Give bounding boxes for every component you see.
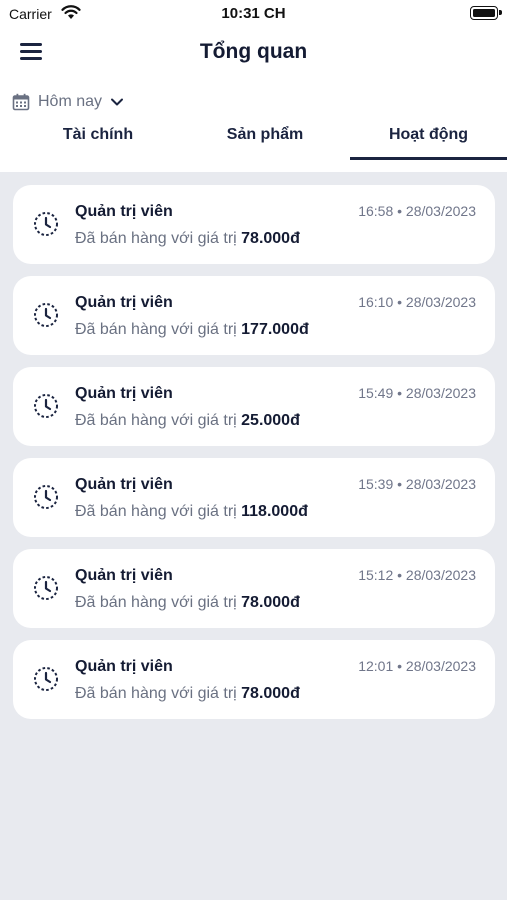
activity-description-text: Đã bán hàng với giá trị (75, 321, 242, 338)
activity-description-text: Đã bán hàng với giá trị (75, 594, 242, 611)
activity-card[interactable]: Quản trị viên 16:58 • 28/03/2023 Đã bán hà… (13, 185, 495, 264)
activity-description: Đã bán hàng với giá trị 118.000đ (75, 503, 308, 521)
activity-card[interactable]: Quản trị viên 15:49 • 28/03/2023 Đã bán hà… (13, 367, 495, 446)
active-tab-indicator (350, 157, 507, 160)
date-filter-label: Hôm nay (38, 93, 103, 110)
status-bar: Carrier 10:31 CH (0, 0, 507, 28)
activity-description: Đã bán hàng với giá trị 78.000đ (75, 594, 300, 612)
clock-icon (33, 484, 59, 510)
page-title: Tổng quan (199, 40, 308, 63)
activity-user: Quản trị viên (75, 385, 173, 402)
tab-bar: Tài chính Sản phẩm Hoạt động (0, 118, 507, 162)
activity-amount: 78.000đ (241, 685, 300, 702)
activity-description: Đã bán hàng với giá trị 177.000đ (75, 321, 309, 339)
tab-activity[interactable]: Hoạt động (350, 118, 507, 160)
activity-description: Đã bán hàng với giá trị 78.000đ (75, 685, 300, 703)
status-time: 10:31 CH (221, 5, 286, 22)
activity-card[interactable]: Quản trị viên 16:10 • 28/03/2023 Đã bán hà… (13, 276, 495, 355)
activity-timestamp: 15:39 • 28/03/2023 (358, 476, 476, 492)
tab-finance[interactable]: Tài chính (18, 118, 178, 160)
activity-amount: 118.000đ (241, 503, 308, 520)
activity-description-text: Đã bán hàng với giá trị (75, 230, 242, 247)
activity-amount: 78.000đ (241, 594, 300, 611)
activity-description: Đã bán hàng với giá trị 78.000đ (75, 230, 300, 248)
activity-amount: 25.000đ (241, 412, 300, 429)
clock-icon (33, 393, 59, 419)
clock-icon (33, 302, 59, 328)
activity-timestamp: 16:58 • 28/03/2023 (358, 203, 476, 219)
activity-list: Quản trị viên 16:58 • 28/03/2023 Đã bán hà… (13, 185, 495, 731)
clock-icon (33, 211, 59, 237)
activity-user: Quản trị viên (75, 658, 173, 675)
activity-timestamp: 12:01 • 28/03/2023 (358, 658, 476, 674)
activity-description-text: Đã bán hàng với giá trị (75, 412, 242, 429)
clock-icon (33, 666, 59, 692)
activity-card[interactable]: Quản trị viên 15:12 • 28/03/2023 Đã bán hà… (13, 549, 495, 628)
activity-description: Đã bán hàng với giá trị 25.000đ (75, 412, 300, 430)
activity-amount: 78.000đ (241, 230, 300, 247)
activity-user: Quản trị viên (75, 567, 173, 584)
activity-timestamp: 16:10 • 28/03/2023 (358, 294, 476, 310)
activity-card[interactable]: Quản trị viên 12:01 • 28/03/2023 Đã bán hà… (13, 640, 495, 719)
activity-user: Quản trị viên (75, 476, 173, 493)
activity-user: Quản trị viên (75, 294, 173, 311)
calendar-icon (12, 93, 30, 111)
battery-icon (470, 6, 502, 20)
activity-timestamp: 15:49 • 28/03/2023 (358, 385, 476, 401)
tab-products[interactable]: Sản phẩm (185, 118, 345, 160)
activity-user: Quản trị viên (75, 203, 173, 220)
top-panel: Carrier 10:31 CH Tổng quan Hôm nay Tài c… (0, 0, 507, 172)
clock-icon (33, 575, 59, 601)
activity-description-text: Đã bán hàng với giá trị (75, 503, 242, 520)
activity-card[interactable]: Quản trị viên 15:39 • 28/03/2023 Đã bán hà… (13, 458, 495, 537)
date-filter-dropdown[interactable]: Hôm nay (12, 90, 124, 114)
activity-timestamp: 15:12 • 28/03/2023 (358, 567, 476, 583)
chevron-down-icon (111, 98, 124, 106)
activity-description-text: Đã bán hàng với giá trị (75, 685, 242, 702)
activity-amount: 177.000đ (241, 321, 309, 338)
